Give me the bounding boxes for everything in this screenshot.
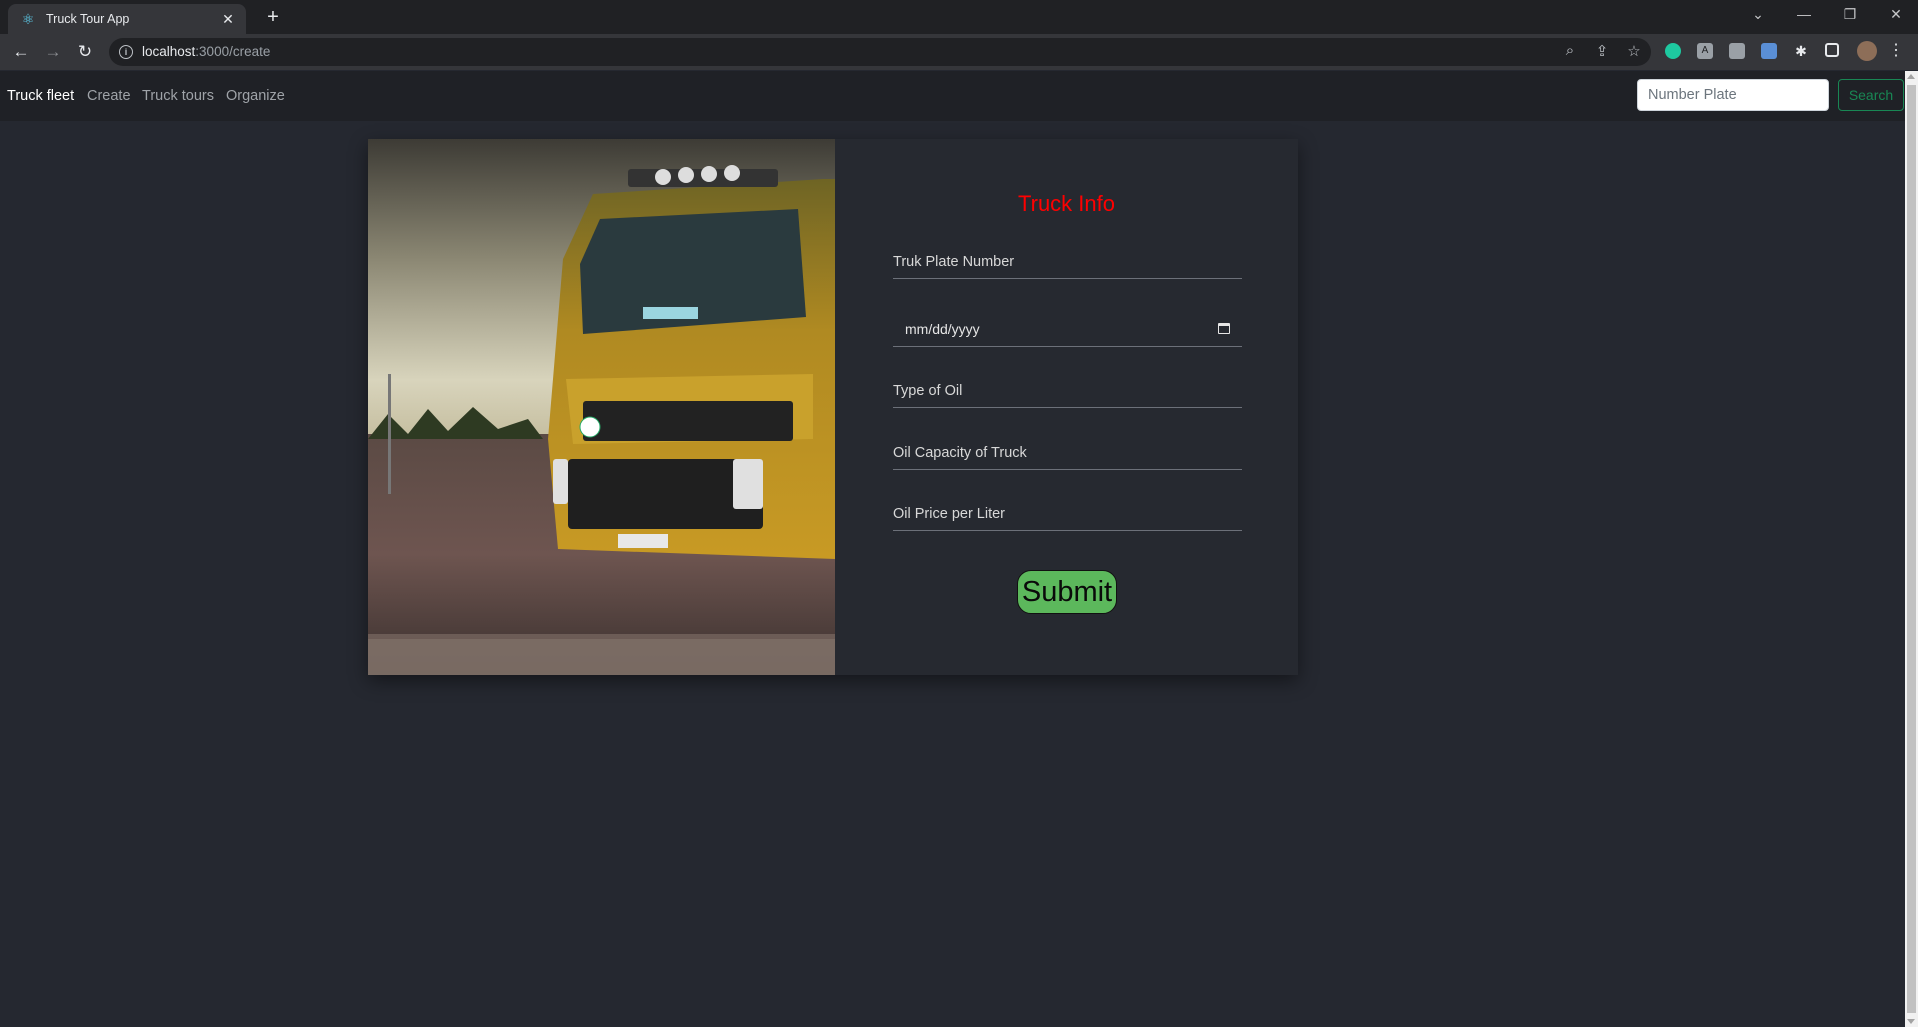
number-plate-search-input[interactable] <box>1637 79 1829 111</box>
search-button[interactable]: Search <box>1838 79 1904 111</box>
translate-extension-icon[interactable]: A <box>1697 43 1713 59</box>
calendar-icon[interactable] <box>1218 323 1230 334</box>
puzzle-icon[interactable]: ✱ <box>1793 43 1809 59</box>
truck-form-card: Truck Info mm/dd/yyyy Submit <box>368 139 1298 675</box>
url-text[interactable]: localhost:3000/create <box>142 44 270 59</box>
navbar-brand[interactable]: Truck fleet <box>7 88 74 104</box>
date-placeholder: mm/dd/yyyy <box>905 321 980 337</box>
zoom-icon[interactable]: ⌕ <box>1560 42 1580 59</box>
site-info-icon[interactable]: i <box>119 45 133 59</box>
nav-link-truck-tours[interactable]: Truck tours <box>142 88 214 104</box>
extension-icon[interactable] <box>1761 43 1777 59</box>
oil-price-field[interactable] <box>893 497 1242 531</box>
scroll-down-icon[interactable] <box>1907 1019 1915 1024</box>
more-menu-icon[interactable]: ⋮ <box>1888 40 1904 60</box>
browser-tabbar: ⚛ Truck Tour App ✕ + ⌄ — ❐ ✕ <box>0 0 1918 34</box>
address-bar[interactable]: i localhost:3000/create ⌕ ⇪ ☆ <box>109 38 1651 66</box>
share-icon[interactable]: ⇪ <box>1592 42 1612 60</box>
browser-toolbar: ← → ↻ i localhost:3000/create ⌕ ⇪ ☆ A ✱ … <box>0 34 1918 70</box>
side-panel-icon[interactable] <box>1825 43 1839 57</box>
react-icon: ⚛ <box>21 11 35 27</box>
extension-icon[interactable] <box>1729 43 1745 59</box>
app-navbar: Truck fleet Create Truck tours Organize … <box>0 71 1905 121</box>
oil-type-field[interactable] <box>893 374 1242 408</box>
window-close-icon[interactable]: ✕ <box>1886 6 1906 23</box>
nav-link-organize[interactable]: Organize <box>226 88 285 104</box>
oil-capacity-field[interactable] <box>893 436 1242 470</box>
tab-search-icon[interactable]: ⌄ <box>1748 6 1768 23</box>
extension-icon[interactable] <box>1665 43 1681 59</box>
page-scrollbar[interactable] <box>1905 71 1918 1027</box>
close-tab-icon[interactable]: ✕ <box>220 11 236 27</box>
minimize-icon[interactable]: — <box>1794 6 1814 22</box>
browser-tab[interactable]: ⚛ Truck Tour App ✕ <box>8 4 246 34</box>
submit-button[interactable]: Submit <box>1017 570 1117 614</box>
scrollbar-thumb[interactable] <box>1907 85 1916 1013</box>
scroll-up-icon[interactable] <box>1907 74 1915 79</box>
new-tab-icon[interactable]: + <box>262 7 284 29</box>
back-icon[interactable]: ← <box>11 42 31 62</box>
reload-icon[interactable]: ↻ <box>75 42 95 62</box>
nav-link-create[interactable]: Create <box>87 88 131 104</box>
profile-avatar[interactable] <box>1857 41 1877 61</box>
forward-icon[interactable]: → <box>43 42 63 62</box>
tab-title: Truck Tour App <box>46 12 130 26</box>
restore-icon[interactable]: ❐ <box>1840 6 1860 23</box>
truck-photo <box>368 139 835 675</box>
bookmark-star-icon[interactable]: ☆ <box>1624 42 1644 60</box>
form-title: Truck Info <box>1018 191 1115 216</box>
date-field[interactable]: mm/dd/yyyy <box>893 311 1242 347</box>
plate-number-field[interactable] <box>893 245 1242 279</box>
